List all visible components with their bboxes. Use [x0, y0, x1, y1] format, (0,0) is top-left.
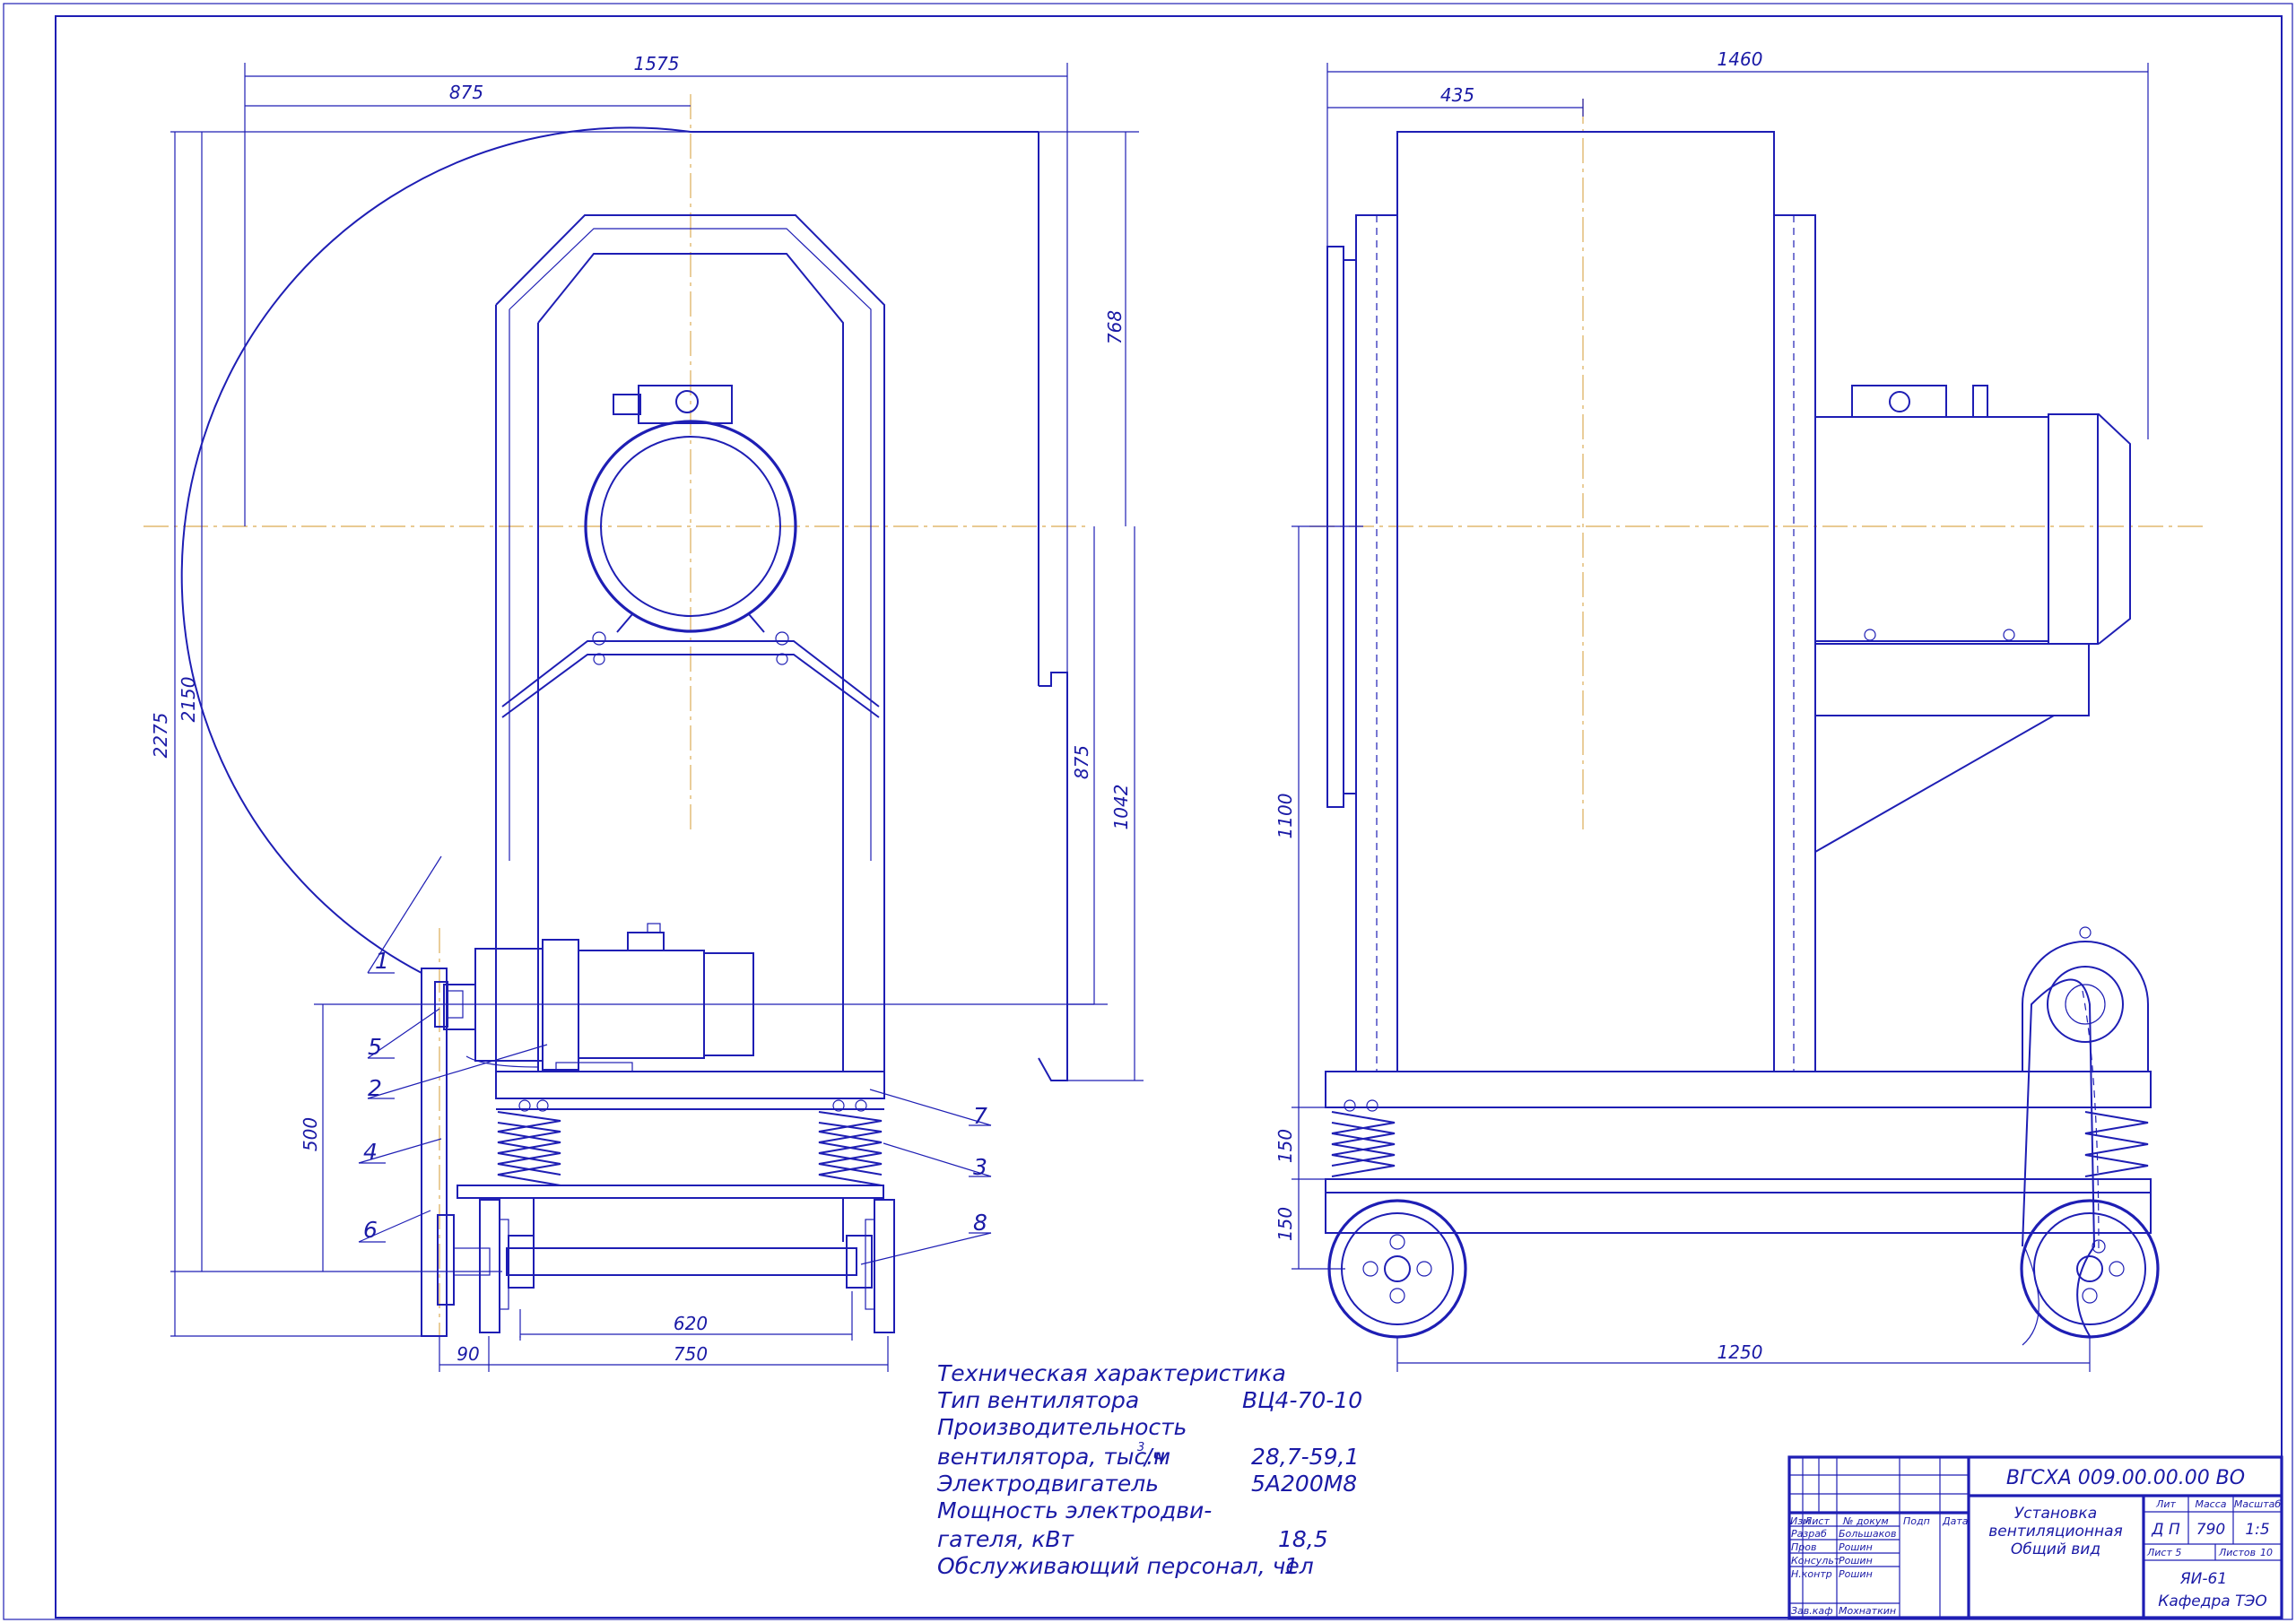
fan-type-value: ВЦ4-70-10 [1242, 1387, 1362, 1413]
role-checker: Пров [1791, 1541, 1816, 1553]
drawing-sheet: 1575 875 2275 2150 768 875 1042 500 90 7… [3, 3, 2293, 1620]
specs-heading: Техническая характеристика [937, 1360, 1286, 1386]
name-norm-control: Рошин [1839, 1568, 1873, 1580]
lit-value: Д П [2151, 1521, 2180, 1539]
sheet-label: Лист 5 [2146, 1547, 2181, 1558]
capacity-value: 28,7-59,1 [1251, 1444, 1359, 1470]
power-value: 18,5 [1278, 1526, 1328, 1552]
title-block: ВГСХА 009.00.00.00 ВО Установка вентиляц… [1787, 1455, 2283, 1619]
scale-label: Масштаб [2234, 1498, 2281, 1510]
col-doc: № докум [1842, 1515, 1889, 1527]
capacity-label-2: вентилятора, тыс.м [937, 1444, 1170, 1470]
front-view [144, 63, 1144, 1372]
mass-label: Масса [2195, 1498, 2226, 1510]
technical-specs: Техническая характеристика Тип вентилято… [936, 1360, 1362, 1579]
dim-outlet-875: 875 [1071, 745, 1092, 779]
base-plate [495, 1071, 885, 1099]
dim-height-2150: 2150 [178, 677, 199, 723]
role-head: Зав.каф [1791, 1605, 1833, 1617]
callout-1: 1 [375, 948, 389, 974]
title-line-2: вентиляционная [1988, 1523, 2123, 1541]
col-sign: Подп [1903, 1515, 1930, 1527]
callout-6: 6 [363, 1217, 378, 1243]
fan-type-label: Тип вентилятора [937, 1387, 1139, 1413]
capacity-label-1: Производительность [937, 1414, 1187, 1440]
staff-value: 1 [1284, 1553, 1299, 1579]
motor-value: 5А200М8 [1251, 1471, 1357, 1497]
side-view [1292, 63, 2206, 1372]
name-developer: Большаков [1839, 1528, 1896, 1540]
wheel-left [1327, 1199, 1467, 1339]
department: Кафедра ТЭО [2158, 1593, 2266, 1610]
col-date: Дата [1942, 1515, 1969, 1527]
power-label-2: гателя, кВт [937, 1526, 1075, 1552]
callout-7: 7 [973, 1103, 987, 1129]
staff-label: Обслуживающий персонал, чел [937, 1553, 1314, 1579]
title-line-3: Общий вид [2011, 1541, 2100, 1558]
side-housing [1396, 131, 1775, 1072]
role-developer: Разраб [1791, 1528, 1827, 1540]
wheel-right [2020, 1199, 2160, 1339]
axle [506, 1247, 857, 1276]
dim-side-150a: 150 [1274, 1129, 1296, 1163]
col-list: Лист [1804, 1515, 1830, 1527]
leader-lines [358, 855, 992, 1265]
sheets-label: Листов [2218, 1547, 2256, 1558]
dim-side-150b: 150 [1274, 1207, 1296, 1241]
dim-base-90: 90 [457, 1343, 479, 1365]
side-motor [1814, 385, 2131, 645]
motor-label: Электродвигатель [936, 1471, 1159, 1497]
callout-3: 3 [973, 1154, 987, 1180]
scale-value: 1:5 [2245, 1521, 2269, 1539]
front-dimension-lines [170, 63, 1144, 1372]
callout-8: 8 [973, 1210, 987, 1236]
power-label-1: Мощность электродви- [937, 1497, 1212, 1523]
dim-side-1100: 1100 [1274, 794, 1296, 839]
dim-wheelbase: 1250 [1718, 1341, 1763, 1363]
side-dimension-lines [1292, 63, 2149, 1372]
name-checker: Рошин [1839, 1541, 1873, 1553]
callout-4: 4 [363, 1139, 378, 1165]
mass-value: 790 [2196, 1521, 2225, 1539]
dim-outlet-1042: 1042 [1110, 785, 1132, 830]
name-consultant: Рошин [1839, 1555, 1873, 1567]
callout-5: 5 [368, 1034, 382, 1060]
front-springs [497, 1099, 883, 1186]
group: ЯИ-61 [2179, 1570, 2227, 1588]
name-head: Мохнаткин [1839, 1605, 1896, 1617]
dim-base-750: 750 [674, 1343, 708, 1365]
dim-side-width: 1460 [1718, 48, 1763, 70]
drive-motor [443, 923, 754, 1072]
title-line-1: Установка [2014, 1505, 2097, 1523]
belt-guard [2022, 926, 2149, 1346]
role-consultant: Консульт [1791, 1555, 1840, 1567]
callout-2: 2 [368, 1075, 382, 1101]
dim-drive-500: 500 [300, 1117, 321, 1151]
dim-side-435: 435 [1440, 84, 1474, 106]
dim-total-width: 1575 [634, 53, 680, 74]
dim-height-total: 2275 [150, 713, 171, 759]
dim-shaft-620: 620 [674, 1313, 708, 1334]
role-norm-control: Н.контр [1791, 1568, 1832, 1580]
capacity-unit: /ч [1143, 1444, 1165, 1470]
doc-code: ВГСХА 009.00.00.00 ВО [2006, 1467, 2245, 1489]
dim-top-768: 768 [1104, 310, 1126, 344]
dim-axis-offset: 875 [449, 82, 483, 103]
sheets-value: 10 [2260, 1547, 2273, 1558]
dimension-labels: 1575 875 2275 2150 768 875 1042 500 90 7… [150, 48, 1762, 1365]
lit-label: Лит [2155, 1498, 2176, 1510]
